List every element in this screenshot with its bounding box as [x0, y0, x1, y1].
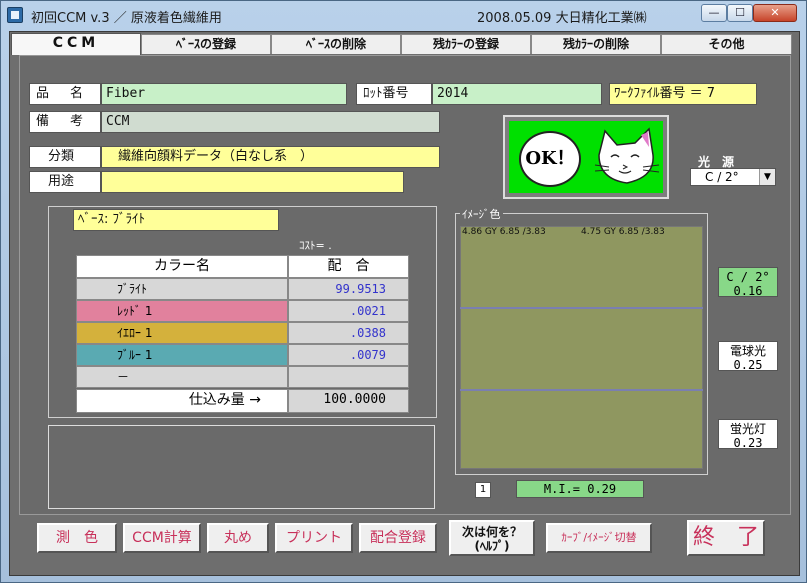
product-input[interactable]: Fiber	[101, 83, 347, 105]
usage-input[interactable]	[101, 171, 404, 193]
side-fluor-value: 0.23	[733, 436, 763, 450]
exit-button[interactable]: 終 了	[687, 520, 765, 556]
swatch-divider	[460, 389, 703, 391]
table-row-name: －	[76, 366, 288, 388]
app-icon	[7, 7, 23, 23]
help-button[interactable]: 次は何を？ (ﾍﾙﾌﾟ)	[449, 520, 535, 556]
tab-remain-delete[interactable]: 残ｶﾗｰの削除	[531, 34, 661, 54]
swatch-divider	[460, 307, 703, 309]
table-row-name: ﾚｯﾄﾞ 1	[76, 300, 288, 322]
product-label: 品 名	[29, 83, 101, 105]
table-row-name: ﾌﾞﾗｲﾄ	[76, 278, 288, 300]
register-button[interactable]: 配合登録	[359, 523, 437, 553]
table-row-value[interactable]: .0388	[288, 322, 409, 344]
measure-button[interactable]: 測 色	[37, 523, 117, 553]
tab-remain-register[interactable]: 残ｶﾗｰの登録	[401, 34, 531, 54]
lot-input[interactable]: 2014	[432, 83, 602, 105]
table-row-value[interactable]	[288, 366, 409, 388]
side-bulb-value: 0.25	[733, 358, 763, 372]
light-source-value: C / 2°	[705, 170, 739, 184]
ok-status-background: OK！	[509, 121, 663, 193]
lot-label: ﾛｯﾄ番号	[356, 83, 432, 105]
window-title-right: 2008.05.09 大日精化工業㈱	[477, 11, 647, 26]
tab-ccm[interactable]: CCM	[11, 33, 141, 55]
side-fluor-name: 蛍光灯	[729, 422, 766, 436]
col-header-ratio: 配 合	[288, 255, 409, 278]
chevron-down-icon[interactable]: ▼	[759, 169, 775, 185]
ccm-calc-button[interactable]: CCM計算	[123, 523, 201, 553]
title-bar: 初回CCM v.3 ／ 原液着色繊維用 2008.05.09 大日精化工業㈱ —…	[1, 1, 806, 29]
tab-base-delete[interactable]: ﾍﾞｰｽの削除	[271, 34, 401, 54]
round-button[interactable]: 丸め	[207, 523, 269, 553]
curve-toggle-button[interactable]: ｶｰﾌﾞ/ｲﾒｰｼﾞ切替	[546, 523, 652, 553]
table-row-value[interactable]: .0079	[288, 344, 409, 366]
total-value: 100.0000	[288, 389, 409, 413]
category-label: 分類	[29, 146, 101, 168]
usage-label: 用途	[29, 171, 101, 193]
help-button-label: 次は何を？	[461, 525, 522, 539]
help-button-sub: (ﾍﾙﾌﾟ)	[474, 539, 510, 553]
ok-status-text: OK！	[519, 131, 581, 187]
side-c2-value: 0.16	[733, 284, 763, 298]
total-label: 仕込み量 →	[76, 389, 288, 413]
side-c2-name: C / 2°	[726, 270, 770, 284]
page-number[interactable]: 1	[475, 482, 491, 498]
table-row-value[interactable]: .0021	[288, 300, 409, 322]
remark-label: 備 考	[29, 111, 101, 133]
category-input[interactable]: 繊維向顔料データ（白なし系 ）	[101, 146, 440, 168]
side-fluor-box: 蛍光灯 0.23	[718, 419, 778, 450]
window-title: 初回CCM v.3 ／ 原液着色繊維用	[31, 11, 222, 26]
tab-other[interactable]: その他	[661, 34, 792, 54]
remark-input[interactable]: CCM	[101, 111, 440, 133]
table-row-name: ｲｴﾛｰ 1	[76, 322, 288, 344]
minimize-icon[interactable]: —	[701, 4, 727, 22]
message-area	[48, 425, 435, 509]
tab-bar: CCM ﾍﾞｰｽの登録 ﾍﾞｰｽの削除 残ｶﾗｰの登録 残ｶﾗｰの削除 その他	[9, 33, 794, 55]
image-color-swatch	[460, 226, 703, 469]
workfile-number: ﾜｰｸﾌｧｲﾙ番号 ＝ 7	[609, 83, 757, 105]
base-name: ﾍﾞｰｽ: ﾌﾞﾗｲﾄ	[73, 209, 279, 231]
side-bulb-name: 電球光	[729, 344, 766, 358]
tab-base-register[interactable]: ﾍﾞｰｽの登録	[141, 34, 271, 54]
col-header-color: カラー名	[76, 255, 288, 278]
cost-label: ｺｽﾄ= .	[299, 239, 332, 252]
close-icon[interactable]: ✕	[753, 4, 797, 22]
side-c2-box: C / 2° 0.16	[718, 267, 778, 298]
table-row-name: ﾌﾞﾙｰ 1	[76, 344, 288, 366]
cat-mascot-icon	[594, 127, 660, 184]
image-color-label: ｲﾒｰｼﾞ色	[460, 206, 503, 222]
app-window: 初回CCM v.3 ／ 原液着色繊維用 2008.05.09 大日精化工業㈱ —…	[0, 0, 807, 583]
light-source-select[interactable]: C / 2° ▼	[690, 168, 776, 186]
ok-status-panel: OK！	[503, 115, 669, 199]
mi-value: M.I.= 0.29	[516, 480, 644, 498]
print-button[interactable]: プリント	[275, 523, 353, 553]
munsell-left: 4.86 GY 6.85 /3.83	[462, 227, 546, 237]
munsell-right: 4.75 GY 6.85 /3.83	[581, 227, 665, 237]
side-bulb-box: 電球光 0.25	[718, 341, 778, 372]
table-row-value[interactable]: 99.9513	[288, 278, 409, 300]
maximize-icon[interactable]: ☐	[727, 4, 753, 22]
